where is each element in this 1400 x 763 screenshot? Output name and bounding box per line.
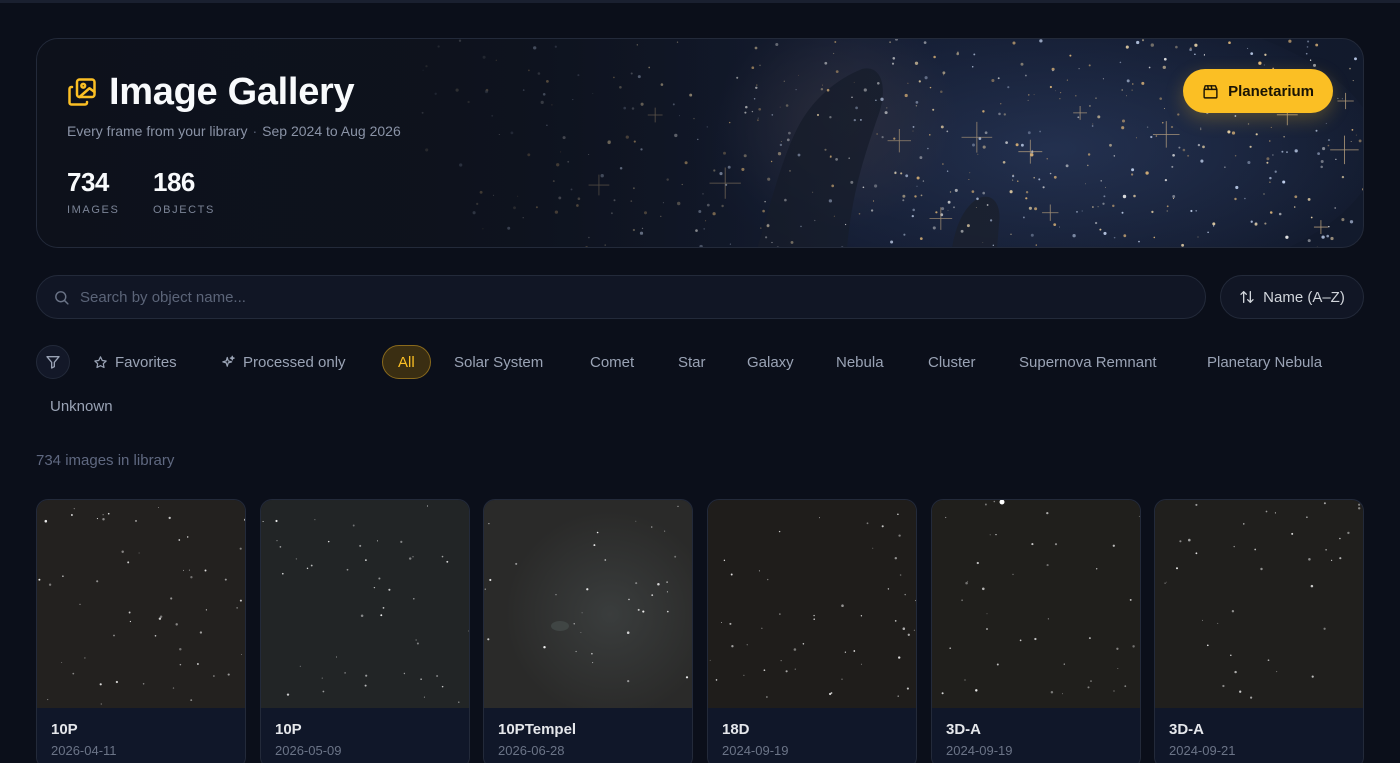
card-info: 10PTempel 2026-06-28 [484, 708, 692, 763]
thumbnail-image [932, 500, 1140, 708]
image-card[interactable]: 3D-A 2024-09-19 [931, 499, 1141, 763]
thumbnail-image [484, 500, 692, 708]
card-object-name: 10P [51, 721, 78, 738]
hero-subtitle: Every frame from your library · Sep 2024 t… [67, 123, 401, 139]
search-icon [55, 290, 69, 305]
category-label: Solar System [454, 353, 544, 371]
date-range: Sep 2024 to Aug 2026 [262, 123, 401, 139]
card-info: 10P 2026-05-09 [261, 708, 469, 763]
star-icon [94, 355, 107, 368]
card-object-name: 10P [275, 721, 302, 738]
subtitle-text: Every frame from your library [67, 123, 248, 139]
category-chip-cluster[interactable]: Cluster [928, 345, 976, 379]
favorites-filter[interactable]: Favorites [93, 345, 177, 379]
category-chip-supernova-remnant[interactable]: Supernova Remnant [1019, 345, 1157, 379]
sort-label: Name (A–Z) [1263, 288, 1345, 306]
category-chip-planetary-nebula[interactable]: Planetary Nebula [1207, 345, 1322, 379]
stat-objects: 186 OBJECTS [153, 167, 215, 216]
category-chip-solar-system[interactable]: Solar System [454, 345, 543, 379]
page-title: Image Gallery [109, 71, 355, 113]
hero-title-row: Image Gallery [67, 70, 355, 114]
stat-objects-label: OBJECTS [153, 204, 215, 216]
card-object-name: 3D-A [946, 721, 982, 738]
category-label: Unknown [50, 397, 113, 415]
search-bar[interactable] [36, 275, 1206, 319]
category-label: Comet [590, 353, 635, 371]
category-chip-nebula[interactable]: Nebula [836, 345, 884, 379]
sort-button[interactable]: Name (A–Z) [1220, 275, 1364, 319]
planetarium-label: Planetarium [1228, 82, 1314, 100]
gallery-icon [68, 78, 96, 106]
card-date: 2026-05-09 [275, 743, 342, 758]
top-divider [0, 0, 1400, 3]
favorites-label: Favorites [115, 353, 177, 371]
stat-images: 734 IMAGES [67, 167, 119, 216]
stat-objects-value: 186 [153, 167, 195, 197]
category-chip-galaxy[interactable]: Galaxy [747, 345, 794, 379]
filter-icon [46, 356, 60, 369]
card-object-name: 3D-A [1169, 721, 1205, 738]
card-object-name: 10PTempel [498, 721, 577, 738]
category-label: Nebula [836, 353, 884, 371]
card-info: 18D 2024-09-19 [708, 708, 916, 763]
category-label: Supernova Remnant [1019, 353, 1157, 371]
image-card[interactable]: 10P 2026-04-11 [36, 499, 246, 763]
category-label: Star [678, 353, 706, 371]
card-date: 2024-09-19 [946, 743, 1013, 758]
filter-toggle-button[interactable] [36, 345, 70, 379]
sparkles-icon [222, 355, 235, 367]
card-date: 2026-06-28 [498, 743, 565, 758]
sort-arrows-icon [1240, 291, 1254, 303]
image-card[interactable]: 10PTempel 2026-06-28 [483, 499, 693, 763]
hero-banner: Image Gallery Every frame from your libr… [36, 38, 1364, 248]
clapperboard-icon [1203, 84, 1218, 99]
stat-images-value: 734 [67, 167, 109, 197]
card-date: 2026-04-11 [51, 743, 117, 758]
image-card[interactable]: 18D 2024-09-19 [707, 499, 917, 763]
card-info: 10P 2026-04-11 [37, 708, 245, 763]
card-info: 3D-A 2024-09-21 [1155, 708, 1363, 763]
category-label: All [398, 353, 415, 371]
card-date: 2024-09-19 [722, 743, 789, 758]
category-label: Planetary Nebula [1207, 353, 1323, 371]
thumbnail-image [1155, 500, 1363, 708]
category-chip-star[interactable]: Star [678, 345, 706, 379]
category-chip-comet[interactable]: Comet [590, 345, 634, 379]
category-label: Galaxy [747, 353, 794, 371]
processed-label: Processed only [243, 353, 346, 371]
stat-images-label: IMAGES [67, 204, 120, 216]
card-info: 3D-A 2024-09-19 [932, 708, 1140, 763]
thumbnail-image [708, 500, 916, 708]
planetarium-button[interactable]: Planetarium [1183, 69, 1333, 113]
image-count: 734 images in library [36, 452, 175, 469]
image-card[interactable]: 10P 2026-05-09 [260, 499, 470, 763]
category-chip-unknown[interactable]: Unknown [50, 389, 113, 423]
processed-only-filter[interactable]: Processed only [221, 345, 346, 379]
card-object-name: 18D [722, 721, 750, 738]
category-chip-all[interactable]: All [382, 345, 431, 379]
subtitle-separator: · [252, 123, 258, 139]
search-input[interactable] [80, 277, 1205, 317]
card-date: 2024-09-21 [1169, 743, 1236, 758]
category-label: Cluster [928, 353, 976, 371]
thumbnail-image [37, 500, 245, 708]
thumbnail-image [261, 500, 469, 708]
image-card[interactable]: 3D-A 2024-09-21 [1154, 499, 1364, 763]
